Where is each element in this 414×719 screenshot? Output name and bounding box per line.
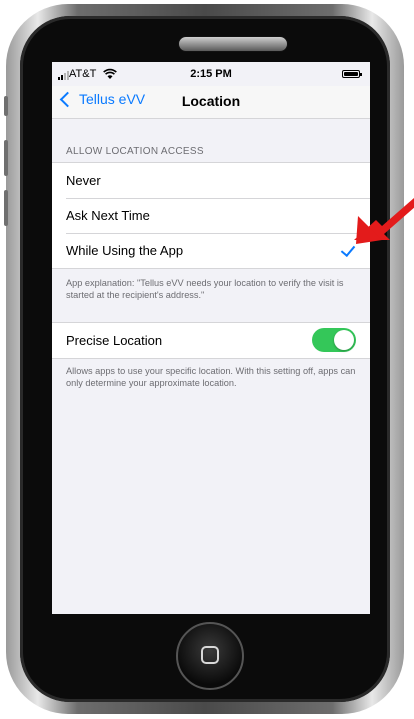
battery-icon	[342, 70, 362, 78]
precise-location-description: Allows apps to use your specific locatio…	[66, 366, 356, 388]
location-access-options: Never Ask Next Time While Using the App	[52, 162, 370, 269]
option-label: Never	[66, 173, 101, 188]
back-button-label: Tellus eVV	[79, 91, 146, 107]
volume-up-button	[4, 140, 8, 176]
section-header-allow-location-access: ALLOW LOCATION ACCESS	[66, 146, 204, 157]
status-time: 2:15 PM	[190, 68, 232, 80]
option-ask-next-time[interactable]: Ask Next Time	[52, 198, 370, 233]
home-button-icon	[201, 646, 219, 664]
precise-location-group: Precise Location	[52, 322, 370, 359]
precise-location-row: Precise Location	[52, 323, 370, 358]
navigation-bar: Tellus eVV Location	[52, 86, 370, 119]
option-label: Ask Next Time	[66, 208, 150, 223]
precise-location-toggle[interactable]	[312, 328, 356, 352]
red-arrow-annotation-icon	[354, 198, 414, 244]
earpiece-speaker	[178, 36, 288, 52]
option-never[interactable]: Never	[52, 163, 370, 198]
app-explanation-text: App explanation: "Tellus eVV needs your …	[66, 278, 344, 300]
volume-down-button	[4, 190, 8, 226]
back-chevron-icon	[59, 91, 76, 107]
home-button[interactable]	[176, 622, 244, 690]
phone-screen: AT&T 2:15 PM Tellus eVV Location ALLOW L…	[52, 62, 370, 614]
option-while-using-the-app[interactable]: While Using the App	[52, 233, 370, 268]
back-button[interactable]: Tellus eVV	[58, 91, 145, 107]
precise-location-label: Precise Location	[66, 333, 163, 348]
toggle-knob	[334, 330, 354, 350]
option-label: While Using the App	[66, 243, 184, 258]
ringer-switch	[4, 96, 8, 116]
status-bar: AT&T 2:15 PM	[52, 62, 370, 86]
